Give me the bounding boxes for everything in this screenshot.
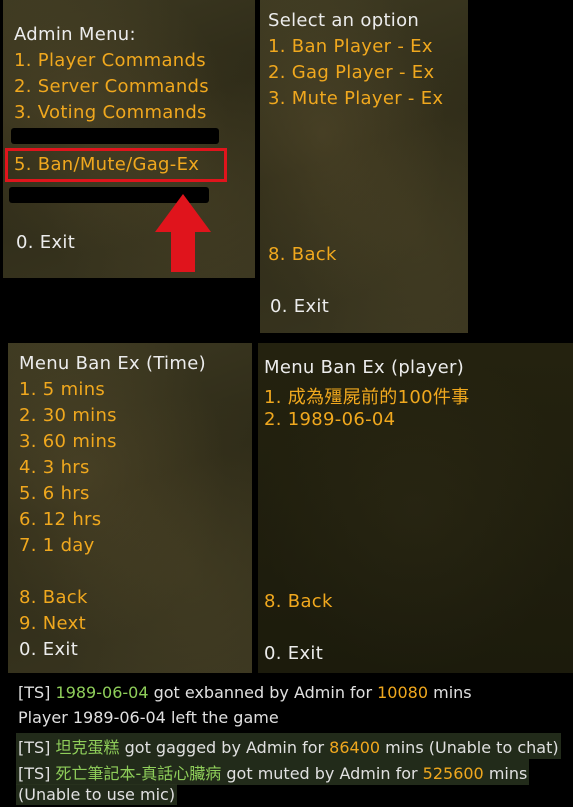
menu-item-3-hrs[interactable]: 4. 3 hrs <box>19 457 90 478</box>
chat-tag: [TS] <box>18 683 51 702</box>
chat-line: [TS] 1989-06-04 got exbanned by Admin fo… <box>18 683 472 702</box>
menu-item-30-mins[interactable]: 2. 30 mins <box>19 405 117 426</box>
menu-item-player-2[interactable]: 2. 1989-06-04 <box>264 409 395 430</box>
ban-time-menu-panel: Menu Ban Ex (Time) 1. 5 mins 2. 30 mins … <box>8 343 252 673</box>
chat-text: (Unable to use mic) <box>18 785 176 804</box>
chat-tag: [TS] <box>18 738 51 757</box>
menu-item-60-mins[interactable]: 3. 60 mins <box>19 431 117 452</box>
redacted-menu-item-4 <box>11 128 219 144</box>
chat-amount: 525600 <box>422 764 484 783</box>
chat-amount: 86400 <box>329 738 381 757</box>
chat-tag: [TS] <box>18 764 51 783</box>
menu-item-back[interactable]: 8. Back <box>264 591 333 612</box>
chat-text: Player 1989-06-04 left the game <box>18 708 279 727</box>
menu-item-ban-player-ex[interactable]: 1. Ban Player - Ex <box>268 36 433 57</box>
menu-item-server-commands[interactable]: 2. Server Commands <box>14 76 209 97</box>
ban-time-menu-title: Menu Ban Ex (Time) <box>19 353 206 374</box>
select-option-panel: Select an option 1. Ban Player - Ex 2. G… <box>260 0 468 333</box>
menu-item-exit[interactable]: 0. Exit <box>264 643 323 664</box>
menu-item-6-hrs[interactable]: 5. 6 hrs <box>19 483 90 504</box>
ban-player-menu-panel: Menu Ban Ex (player) 1. 成為殭屍前的100件事 2. 1… <box>258 343 573 673</box>
chat-player-name: 死亡筆記本-真話心臟病 <box>55 764 222 783</box>
chat-log: [TS] 1989-06-04 got exbanned by Admin fo… <box>8 676 573 807</box>
menu-item-mute-player-ex[interactable]: 3. Mute Player - Ex <box>268 88 443 109</box>
chat-player-name: 坦克蛋糕 <box>55 738 120 757</box>
menu-item-exit[interactable]: 0. Exit <box>16 232 75 253</box>
chat-text: got muted by Admin for <box>221 764 423 783</box>
chat-text: got exbanned by Admin for <box>148 683 378 702</box>
menu-item-exit[interactable]: 0. Exit <box>270 296 329 317</box>
menu-item-12-hrs[interactable]: 6. 12 hrs <box>19 509 101 530</box>
chat-line: [TS] 死亡筆記本-真話心臟病 got muted by Admin for … <box>16 759 530 785</box>
chat-line: (Unable to use mic) <box>16 784 178 805</box>
menu-item-exit[interactable]: 0. Exit <box>19 639 78 660</box>
menu-item-back[interactable]: 8. Back <box>268 244 337 265</box>
ban-player-menu-title: Menu Ban Ex (player) <box>264 357 465 378</box>
red-up-arrow-icon <box>155 194 211 272</box>
selection-highlight-box <box>5 148 227 182</box>
chat-player-name: 1989-06-04 <box>55 683 149 702</box>
chat-text: mins <box>428 683 472 702</box>
menu-item-next[interactable]: 9. Next <box>19 613 86 634</box>
menu-item-player-commands[interactable]: 1. Player Commands <box>14 50 206 71</box>
chat-amount: 10080 <box>377 683 429 702</box>
menu-item-1-day[interactable]: 7. 1 day <box>19 535 95 556</box>
chat-line: [TS] 坦克蛋糕 got gagged by Admin for 86400 … <box>16 733 561 759</box>
chat-line: Player 1989-06-04 left the game <box>18 708 279 727</box>
select-option-title: Select an option <box>268 10 420 31</box>
chat-text: mins <box>483 764 528 783</box>
menu-item-5-mins[interactable]: 1. 5 mins <box>19 379 105 400</box>
admin-menu-title: Admin Menu: <box>14 24 136 45</box>
menu-item-player-1[interactable]: 1. 成為殭屍前的100件事 <box>264 383 469 409</box>
menu-item-gag-player-ex[interactable]: 2. Gag Player - Ex <box>268 62 434 83</box>
menu-item-back[interactable]: 8. Back <box>19 587 88 608</box>
admin-menu-panel: Admin Menu: 1. Player Commands 2. Server… <box>3 0 255 278</box>
chat-text: got gagged by Admin for <box>119 738 330 757</box>
chat-text: mins (Unable to chat) <box>380 738 559 757</box>
menu-item-voting-commands[interactable]: 3. Voting Commands <box>14 102 207 123</box>
